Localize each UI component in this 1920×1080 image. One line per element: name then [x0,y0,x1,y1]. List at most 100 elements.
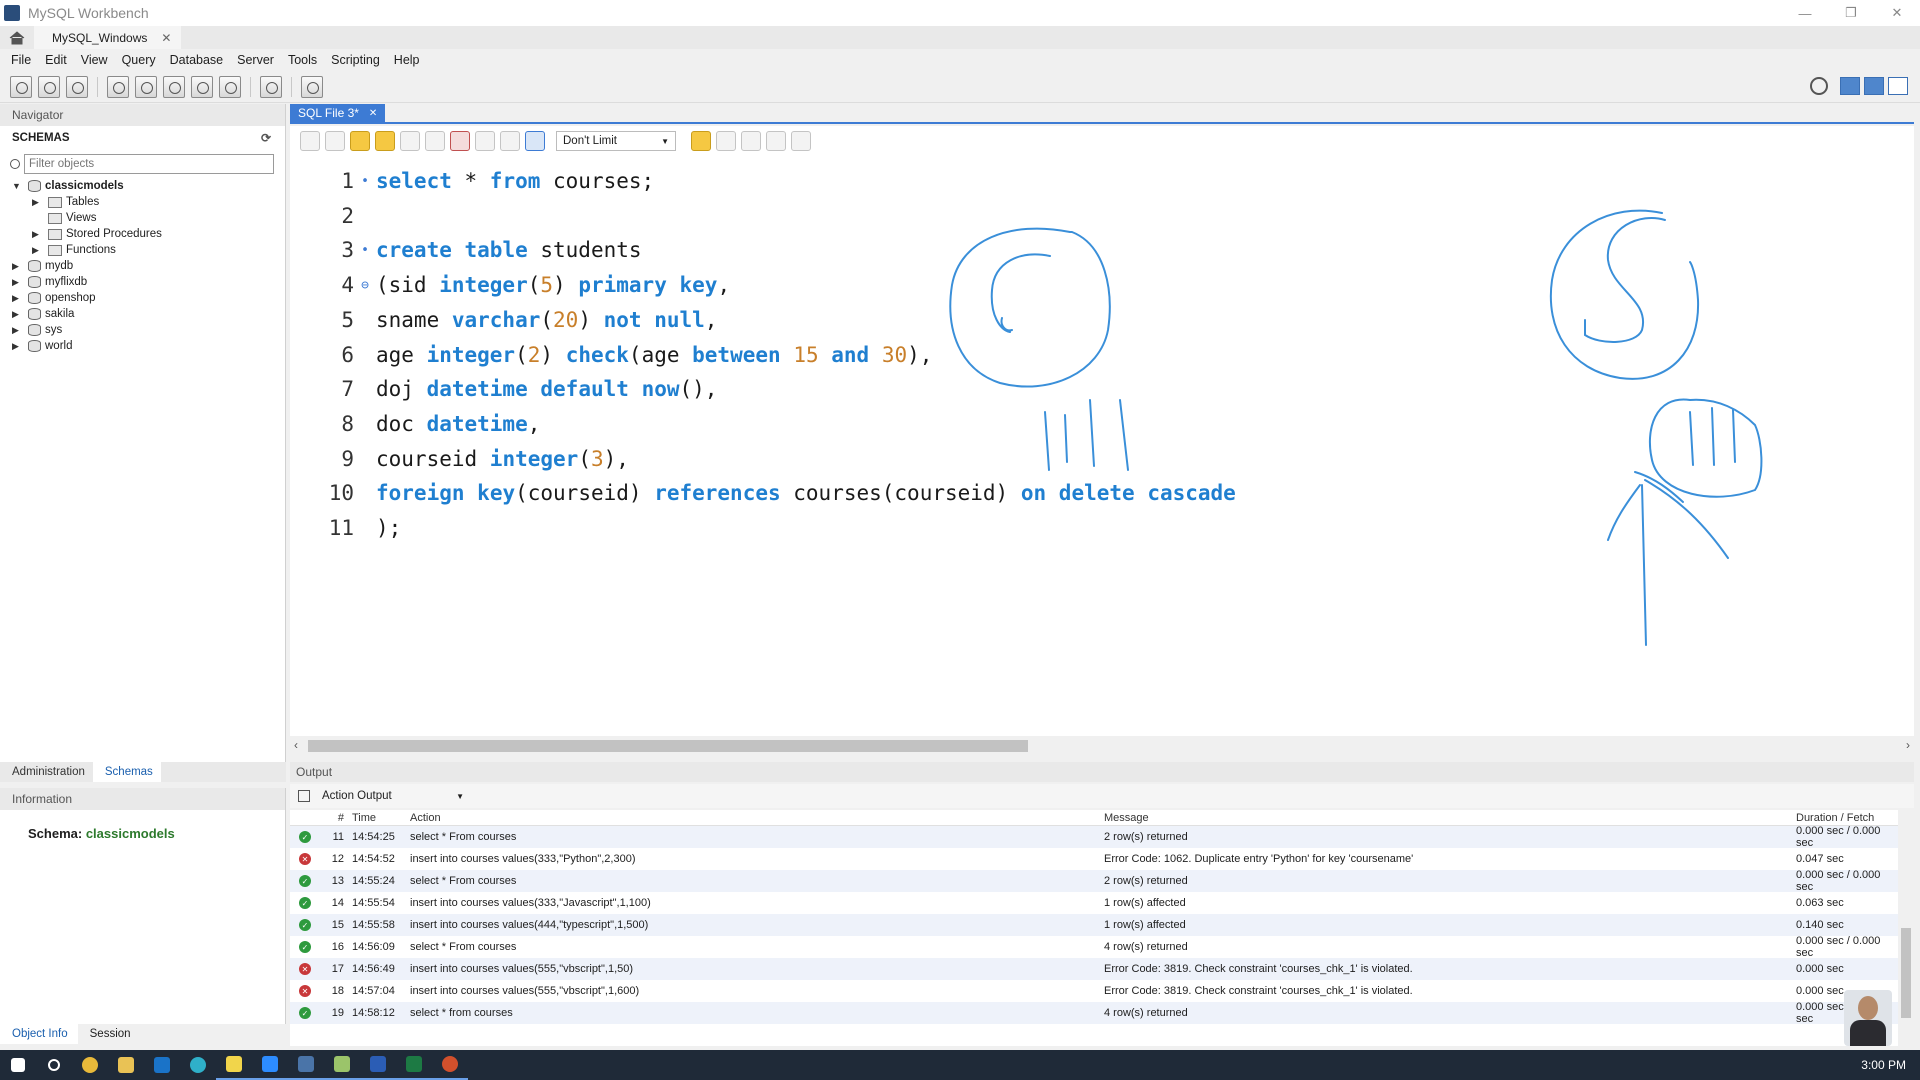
col-action[interactable]: Action [402,812,1096,824]
schema-classicmodels[interactable]: ▼ classicmodels [12,178,285,194]
create-function-icon[interactable] [219,75,241,98]
scrollbar-thumb[interactable] [308,740,1028,752]
taskbar-chrome[interactable] [72,1050,108,1080]
save-file-icon[interactable] [325,131,345,151]
open-file-icon[interactable] [300,131,320,151]
menu-query[interactable]: Query [115,53,163,67]
limit-rows-select[interactable]: Don't Limit ▼ [556,131,676,151]
expand-right-icon[interactable]: ▶ [12,277,24,288]
menu-database[interactable]: Database [163,53,231,67]
new-sql-tab-icon[interactable] [10,75,32,98]
output-row[interactable]: ✓ 14 14:55:54 insert into courses values(33… [290,892,1898,914]
minimize-button[interactable]: — [1782,0,1828,26]
code-line[interactable]: 11); [290,511,1590,545]
output-row[interactable]: ✓ 16 14:56:09 select * From courses 4 row(s)… [290,935,1898,959]
col-duration[interactable]: Duration / Fetch [1788,812,1898,824]
schema-myflixdb[interactable]: ▶ myflixdb [12,274,285,290]
tab-administration[interactable]: Administration [0,766,93,778]
code-line[interactable]: 3 • create table students [290,233,1590,267]
scrollbar-thumb[interactable] [1901,928,1911,1018]
schema-child-tables[interactable]: ▶ Tables [12,194,285,210]
connection-tab[interactable]: MySQL_Windows ✕ [34,26,182,49]
taskbar-notepad[interactable] [324,1050,360,1080]
execute-all-icon[interactable] [350,131,370,151]
expand-right-icon[interactable]: ▶ [12,261,24,272]
menu-file[interactable]: File [4,53,38,67]
output-type-select[interactable]: Action Output ▼ [318,787,468,805]
expand-right-icon[interactable]: ▶ [12,341,24,352]
scroll-left-icon[interactable]: ‹ [294,738,298,752]
col-time[interactable]: Time [344,812,402,824]
menu-tools[interactable]: Tools [281,53,324,67]
expand-right-icon[interactable]: ▶ [12,325,24,336]
sql-file-tab-close-icon[interactable]: ✕ [369,108,377,119]
search-table-data-icon[interactable] [260,75,282,98]
output-row[interactable]: ✕ 18 14:57:04 insert into courses values(55… [290,980,1898,1002]
schema-child-functions[interactable]: ▶ Functions [12,242,285,258]
output-row[interactable]: ✓ 19 14:58:12 select * from courses 4 row(s)… [290,1001,1898,1025]
open-inspector-icon[interactable] [66,75,88,98]
expand-right-icon[interactable]: ▶ [32,245,44,256]
taskbar-excel[interactable] [396,1050,432,1080]
tab-object-info[interactable]: Object Info [0,1024,78,1044]
output-row[interactable]: ✓ 11 14:54:25 select * From courses 2 row(s)… [290,825,1898,849]
taskbar-outlook[interactable] [144,1050,180,1080]
close-button[interactable]: ✕ [1874,0,1920,26]
expand-right-icon[interactable]: ▶ [12,309,24,320]
col-message[interactable]: Message [1096,812,1788,824]
schema-mydb[interactable]: ▶ mydb [12,258,285,274]
taskbar-zoom[interactable] [252,1050,288,1080]
taskbar-workbench[interactable] [288,1050,324,1080]
tab-session[interactable]: Session [78,1028,141,1040]
schema-child-views[interactable]: Views [12,210,285,226]
wrap-lines-icon[interactable] [791,131,811,151]
menu-help[interactable]: Help [387,53,427,67]
code-line[interactable]: 1 • select * from courses; [290,164,1590,198]
execute-current-icon[interactable] [375,131,395,151]
menu-scripting[interactable]: Scripting [324,53,387,67]
code-line[interactable]: 4 ⊖ (sid integer(5) primary key, [290,268,1590,302]
add-snippet-icon[interactable] [691,131,711,151]
invisible-chars-icon[interactable] [766,131,786,151]
taskbar-sticky-notes[interactable] [216,1050,252,1080]
autocommit-icon[interactable] [525,131,545,151]
toggle-output-icon[interactable] [1864,77,1884,95]
schema-sys[interactable]: ▶ sys [12,322,285,338]
schema-sakila[interactable]: ▶ sakila [12,306,285,322]
expand-right-icon[interactable]: ▶ [32,197,44,208]
create-schema-icon[interactable] [107,75,129,98]
expand-right-icon[interactable]: ▶ [32,229,44,240]
expand-down-icon[interactable]: ▼ [12,181,24,191]
taskbar-powerpoint[interactable] [432,1050,468,1080]
output-row[interactable]: ✕ 12 14:54:52 insert into courses values(33… [290,848,1898,870]
code-line[interactable]: 2 [290,199,1590,233]
settings-gear-icon[interactable] [1810,77,1828,95]
sql-editor[interactable]: 1 • select * from courses; 2 3 • create table … [290,156,1914,736]
restore-button[interactable]: ❐ [1828,0,1874,26]
code-line[interactable]: 6 age integer(2) check(age between 15 and… [290,338,1590,372]
commit-icon[interactable] [475,131,495,151]
code-line[interactable]: 8 doc datetime, [290,407,1590,441]
copy-output-icon[interactable] [298,790,310,802]
code-line[interactable]: 7 doj datetime default now(), [290,372,1590,406]
taskbar-edge[interactable] [180,1050,216,1080]
schema-world[interactable]: ▶ world [12,338,285,354]
home-button[interactable] [0,26,34,49]
find-icon[interactable] [741,131,761,151]
rollback-icon[interactable] [500,131,520,151]
create-view-icon[interactable] [163,75,185,98]
output-row[interactable]: ✕ 17 14:56:49 insert into courses values(55… [290,958,1898,980]
create-table-icon[interactable] [135,75,157,98]
scroll-right-icon[interactable]: › [1906,738,1910,752]
taskbar-word[interactable] [360,1050,396,1080]
output-row[interactable]: ✓ 13 14:55:24 select * From courses 2 row(s)… [290,869,1898,893]
stop-icon[interactable] [425,131,445,151]
code-line[interactable]: 10 foreign key(courseid) references cours… [290,476,1590,510]
menu-edit[interactable]: Edit [38,53,74,67]
start-button[interactable] [0,1050,36,1080]
toggle-secondary-sidebar-icon[interactable] [1888,77,1908,95]
toggle-stop-on-error-icon[interactable] [450,131,470,151]
beautify-icon[interactable] [716,131,736,151]
schema-child-stored-procedures[interactable]: ▶ Stored Procedures [12,226,285,242]
code-line[interactable]: 5 sname varchar(20) not null, [290,303,1590,337]
